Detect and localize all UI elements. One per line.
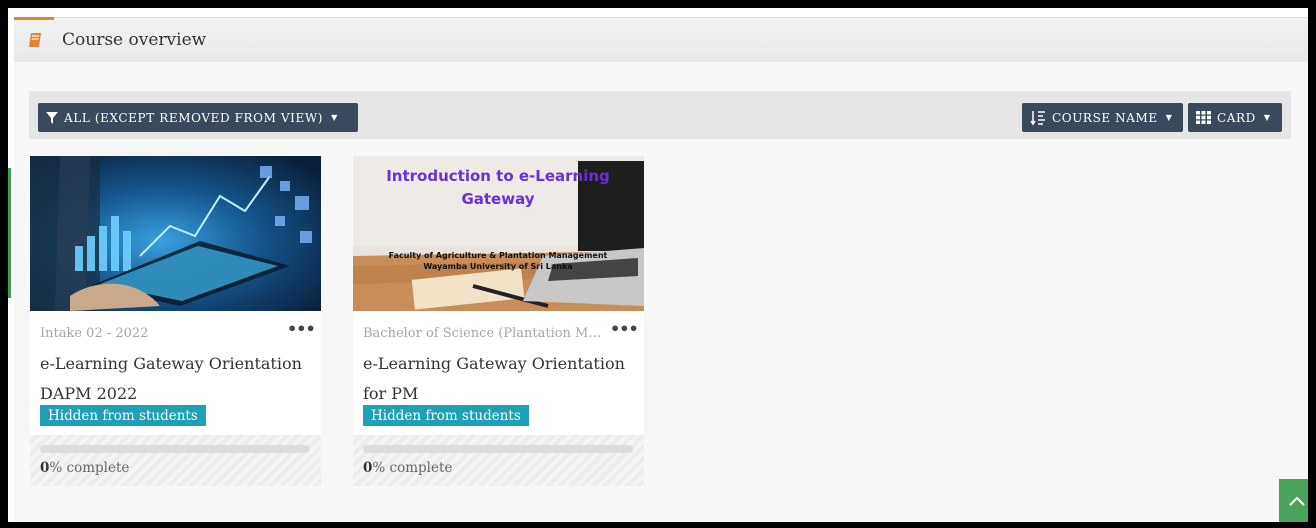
hidden-badge: Hidden from students (363, 405, 529, 426)
course-image[interactable] (30, 156, 321, 311)
course-toolbar: ALL (EXCEPT REMOVED FROM VIEW) ▼ COURSE … (29, 91, 1291, 139)
course-card[interactable]: Intake 02 - 2022 ••• e-Learning Gateway … (30, 156, 321, 486)
image-sub-2: Wayamba University of Sri Lanka (423, 262, 572, 271)
progress-area: 0% complete (30, 435, 321, 486)
course-category: Intake 02 - 2022 (40, 326, 149, 341)
header-accent (14, 17, 54, 20)
image-sub-1: Faculty of Agriculture & Plantation Mana… (389, 251, 608, 260)
image-headline-2: Gateway (461, 190, 534, 208)
sort-label: COURSE NAME (1052, 110, 1158, 125)
progress-suffix: % complete (372, 460, 453, 476)
progress-suffix: % complete (49, 460, 130, 476)
sort-icon (1030, 110, 1045, 125)
course-card[interactable]: Introduction to e-Learning Gateway Facul… (353, 156, 644, 486)
course-title-link[interactable]: e-Learning Gateway Orientation DAPM 2022 (40, 349, 310, 409)
hidden-badge: Hidden from students (40, 405, 206, 426)
view-label: CARD (1217, 110, 1256, 125)
caret-down-icon: ▼ (1165, 113, 1173, 122)
more-options-icon[interactable]: ••• (610, 319, 639, 338)
progress-bar (40, 445, 310, 453)
book-icon (29, 33, 41, 47)
page-frame: Course overview ALL (EXCEPT REMOVED FROM… (8, 8, 1308, 522)
filter-label: ALL (EXCEPT REMOVED FROM VIEW) (64, 110, 324, 125)
block-title: Course overview (62, 30, 207, 50)
filter-dropdown-button[interactable]: ALL (EXCEPT REMOVED FROM VIEW) ▼ (38, 103, 358, 132)
block-header: Course overview (14, 17, 1308, 62)
progress-text: 0% complete (363, 460, 452, 476)
caret-down-icon: ▼ (331, 113, 338, 122)
chevron-up-icon (1289, 496, 1305, 506)
course-title-link[interactable]: e-Learning Gateway Orientation for PM (363, 349, 633, 409)
left-edge-strip (8, 168, 11, 298)
progress-value: 0 (40, 460, 50, 476)
progress-area: 0% complete (353, 435, 644, 486)
progress-text: 0% complete (40, 460, 129, 476)
view-dropdown-button[interactable]: CARD ▼ (1188, 103, 1282, 132)
progress-bar (363, 445, 633, 453)
scroll-to-top-button[interactable] (1279, 479, 1308, 522)
image-headline-1: Introduction to e-Learning (386, 167, 610, 185)
grid-icon (1196, 111, 1211, 124)
sort-dropdown-button[interactable]: COURSE NAME ▼ (1022, 103, 1183, 132)
caret-down-icon: ▼ (1263, 113, 1271, 122)
more-options-icon[interactable]: ••• (287, 319, 316, 338)
course-image[interactable]: Introduction to e-Learning Gateway Facul… (353, 156, 644, 311)
filter-icon (46, 111, 58, 124)
course-category: Bachelor of Science (Plantation Manageme… (363, 326, 603, 341)
progress-value: 0 (363, 460, 373, 476)
course-overview-block: Course overview ALL (EXCEPT REMOVED FROM… (14, 17, 1308, 522)
